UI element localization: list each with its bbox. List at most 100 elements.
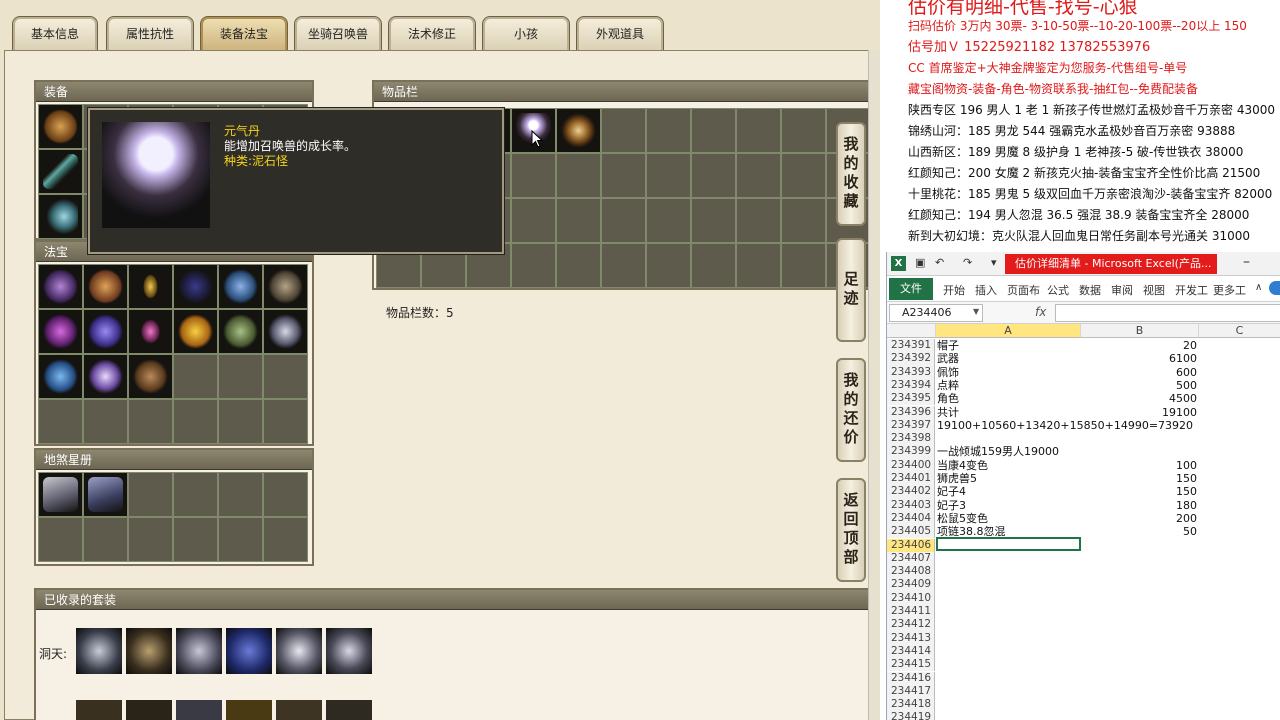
my-favorites-button[interactable]: 我的收藏 [836, 122, 866, 226]
table-row[interactable]: 234407 [887, 551, 1280, 566]
footprints-button[interactable]: 足迹 [836, 238, 866, 342]
fabao-slot[interactable] [218, 399, 263, 444]
row-number[interactable]: 234400 [887, 458, 935, 472]
fabao-slot[interactable] [173, 309, 218, 354]
fabao-slot[interactable] [38, 264, 83, 309]
suit-item-icon[interactable] [126, 700, 172, 720]
spreadsheet-grid[interactable]: A B C 234391 帽子 20 234392 武器 6100 234393 佩饰 600 2… [887, 324, 1280, 720]
ribbon-tab-page-layout[interactable]: 页面布 [1007, 282, 1040, 298]
tab-appearance[interactable]: 外观道具 [576, 16, 664, 52]
inv-slot[interactable] [736, 153, 781, 198]
row-number[interactable]: 234398 [887, 432, 935, 446]
row-number[interactable]: 234414 [887, 644, 935, 659]
ribbon-tab-more-tools[interactable]: 更多工 [1213, 282, 1246, 298]
table-row[interactable]: 234392 武器 6100 [887, 352, 1280, 366]
inv-slot[interactable] [601, 243, 646, 288]
customize-qat-icon[interactable]: ▾ [991, 256, 997, 269]
cell-b[interactable]: 19100 [1081, 406, 1197, 419]
fabao-slot[interactable] [263, 309, 308, 354]
fabao-slot[interactable] [83, 354, 128, 399]
star-slot[interactable] [218, 517, 263, 562]
row-number[interactable]: 234412 [887, 618, 935, 632]
table-row[interactable]: 234415 [887, 658, 1280, 672]
cell-b[interactable]: 600 [1081, 366, 1197, 379]
fabao-slot[interactable] [173, 399, 218, 444]
row-number[interactable]: 234394 [887, 378, 935, 393]
suit-demon-icon[interactable] [326, 628, 372, 674]
row-number[interactable]: 234391 [887, 339, 935, 353]
active-cell-cursor[interactable] [936, 537, 1081, 551]
fabao-slot[interactable] [128, 399, 173, 444]
table-row[interactable]: 234409 [887, 578, 1280, 592]
my-counteroffer-button[interactable]: 我的还价 [836, 358, 866, 462]
star-slot[interactable] [128, 472, 173, 517]
row-number[interactable]: 234402 [887, 485, 935, 499]
table-row[interactable]: 234403 妃子3 180 [887, 498, 1280, 512]
ribbon-file-tab[interactable]: 文件 [889, 278, 933, 300]
star-slot[interactable] [38, 472, 83, 517]
table-row[interactable]: 234397 19100+10560+13420+15850+14990=7392… [887, 418, 1280, 433]
cell-a[interactable]: 一战倾城159男人19000 [937, 445, 1079, 458]
cell-b[interactable]: 6100 [1081, 352, 1197, 365]
table-row[interactable]: 234393 佩饰 600 [887, 365, 1280, 379]
cell-b[interactable]: 20 [1081, 339, 1197, 352]
fabao-slot[interactable] [218, 264, 263, 309]
row-number[interactable]: 234406 [887, 538, 935, 552]
inv-slot[interactable] [736, 243, 781, 288]
fabao-slot[interactable] [218, 354, 263, 399]
undo-icon[interactable]: ↶ [935, 256, 944, 269]
table-row[interactable]: 234400 当康4变色 100 [887, 458, 1280, 472]
cell-a[interactable]: 角色 [937, 392, 1079, 405]
cell-a[interactable]: 帽子 [937, 339, 1079, 352]
inv-slot[interactable] [511, 243, 556, 288]
inv-slot[interactable] [691, 243, 736, 288]
cell-b[interactable]: 500 [1081, 379, 1197, 392]
fabao-slot[interactable] [38, 309, 83, 354]
star-slot[interactable] [83, 517, 128, 562]
row-number[interactable]: 234408 [887, 565, 935, 579]
inv-slot[interactable] [736, 108, 781, 153]
ribbon-tab-view[interactable]: 视图 [1143, 282, 1165, 298]
inv-slot[interactable] [556, 108, 601, 153]
row-number[interactable]: 234404 [887, 511, 935, 526]
inv-slot[interactable] [556, 243, 601, 288]
save-icon[interactable]: ▣ [915, 256, 925, 269]
ribbon-collapse-icon[interactable]: ∧ [1255, 282, 1262, 293]
table-row[interactable]: 234391 帽子 20 [887, 339, 1280, 353]
cell-a[interactable]: 19100+10560+13420+15850+14990=73920 [937, 419, 1193, 432]
fabao-slot[interactable] [218, 309, 263, 354]
table-row[interactable]: 234395 角色 4500 [887, 392, 1280, 406]
table-row[interactable]: 234402 妃子4 150 [887, 485, 1280, 499]
fabao-slot[interactable] [83, 399, 128, 444]
star-slot[interactable] [83, 472, 128, 517]
row-number[interactable]: 234410 [887, 591, 935, 605]
select-all-corner[interactable] [887, 324, 936, 338]
table-row[interactable]: 234414 [887, 644, 1280, 659]
fabao-slot[interactable] [263, 264, 308, 309]
table-row[interactable]: 234413 [887, 631, 1280, 645]
cell-a[interactable]: 武器 [937, 352, 1079, 365]
suit-lantern-icon[interactable] [276, 628, 322, 674]
row-number[interactable]: 234419 [887, 711, 935, 720]
tab-equipment-fabao[interactable]: 装备法宝 [200, 16, 288, 52]
row-number[interactable]: 234411 [887, 605, 935, 619]
suit-item-icon[interactable] [226, 700, 272, 720]
ribbon-tab-insert[interactable]: 插入 [975, 282, 997, 298]
suit-item-icon[interactable] [276, 700, 322, 720]
row-number[interactable]: 234403 [887, 498, 935, 512]
cell-b[interactable]: 180 [1081, 499, 1197, 512]
inv-slot[interactable] [781, 198, 826, 243]
fabao-slot[interactable] [173, 354, 218, 399]
row-number[interactable]: 234392 [887, 352, 935, 366]
fabao-slot[interactable] [38, 354, 83, 399]
row-number[interactable]: 234415 [887, 658, 935, 672]
redo-icon[interactable]: ↷ [963, 256, 972, 269]
fabao-slot[interactable] [263, 399, 308, 444]
inv-slot[interactable] [556, 153, 601, 198]
row-number[interactable]: 234417 [887, 684, 935, 699]
suit-armor-icon[interactable] [76, 628, 122, 674]
row-number[interactable]: 234401 [887, 472, 935, 486]
column-header-b[interactable]: B [1081, 324, 1199, 338]
inv-slot[interactable] [691, 153, 736, 198]
cell-a[interactable]: 佩饰 [937, 366, 1079, 379]
